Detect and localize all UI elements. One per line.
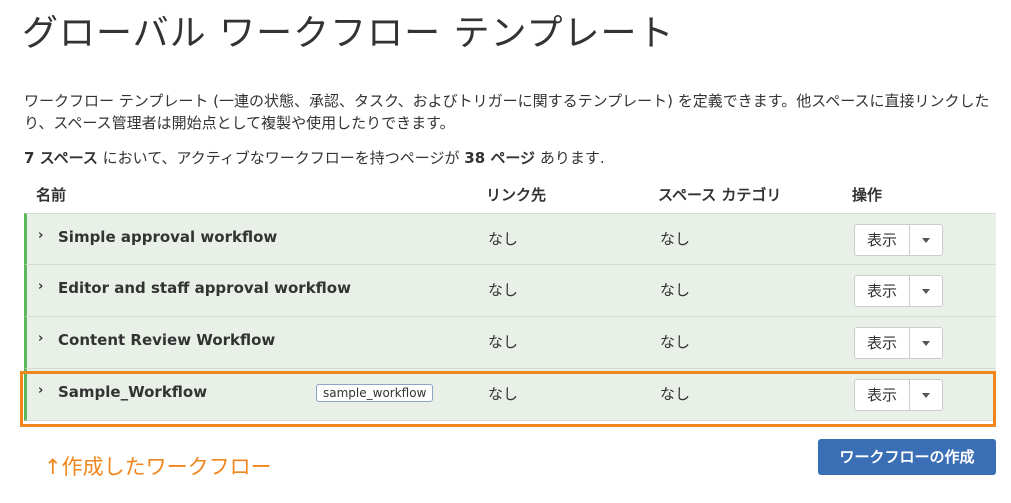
caret-down-icon[interactable]	[910, 380, 942, 410]
caret-down-icon[interactable]	[910, 276, 942, 306]
workflow-space-category: なし	[660, 333, 691, 351]
chevron-right-icon[interactable]: ›	[38, 228, 43, 243]
chevron-right-icon[interactable]: ›	[38, 279, 43, 294]
caret-down-icon[interactable]	[910, 225, 942, 255]
view-button[interactable]: 表示	[855, 276, 911, 306]
table-row[interactable]: › Sample_Workflow sample_workflow なし なし …	[24, 369, 996, 421]
chevron-right-icon[interactable]: ›	[38, 383, 43, 398]
view-button-group: 表示	[854, 275, 944, 307]
workflow-link-target: なし	[488, 385, 519, 403]
spaces-count: 7 スペース	[24, 149, 98, 167]
view-button-group: 表示	[854, 224, 944, 256]
created-workflow-annotation: ↑作成したワークフロー	[44, 455, 272, 479]
page-title: グローバル ワークフロー テンプレート	[22, 13, 675, 54]
table-row[interactable]: › Content Review Workflow なし なし 表示	[24, 317, 996, 369]
workflow-summary: 7 スペース において、アクティブなワークフローを持つページが 38 ページ あ…	[24, 147, 605, 168]
view-button-group: 表示	[854, 327, 944, 359]
workflow-space-category: なし	[660, 230, 691, 248]
view-button-group: 表示	[854, 379, 944, 411]
column-header-link: リンク先	[486, 186, 547, 204]
workflow-name[interactable]: Editor and staff approval workflow	[58, 279, 351, 297]
view-button[interactable]: 表示	[855, 380, 911, 410]
create-workflow-button[interactable]: ワークフローの作成	[818, 439, 996, 475]
workflow-link-target: なし	[488, 281, 519, 299]
table-header: 名前 リンク先 スペース カテゴリ 操作	[24, 180, 996, 212]
summary-text-end: あります.	[535, 149, 605, 167]
workflow-table-body: › Simple approval workflow なし なし 表示 › Ed…	[24, 213, 996, 421]
workflow-key-tag: sample_workflow	[316, 384, 434, 402]
workflow-link-target: なし	[488, 333, 519, 351]
workflow-templates-page: グローバル ワークフロー テンプレート ワークフロー テンプレート (一連の状態…	[0, 0, 1011, 503]
workflow-space-category: なし	[660, 281, 691, 299]
workflow-name[interactable]: Simple approval workflow	[58, 228, 277, 246]
view-button[interactable]: 表示	[855, 328, 911, 358]
column-header-category: スペース カテゴリ	[658, 186, 782, 204]
workflow-name[interactable]: Sample_Workflow	[58, 383, 207, 401]
summary-text-middle: において、アクティブなワークフローを持つページが	[97, 149, 465, 167]
column-header-operations: 操作	[852, 186, 883, 204]
workflow-name[interactable]: Content Review Workflow	[58, 331, 275, 349]
workflow-link-target: なし	[488, 230, 519, 248]
view-button[interactable]: 表示	[855, 225, 911, 255]
chevron-right-icon[interactable]: ›	[38, 331, 43, 346]
table-row[interactable]: › Simple approval workflow なし なし 表示	[24, 213, 996, 265]
table-row[interactable]: › Editor and staff approval workflow なし …	[24, 265, 996, 317]
caret-down-icon[interactable]	[910, 328, 942, 358]
column-header-name: 名前	[36, 186, 67, 204]
pages-count: 38 ページ	[464, 149, 536, 167]
workflow-space-category: なし	[660, 385, 691, 403]
page-description: ワークフロー テンプレート (一連の状態、承認、タスク、およびトリガーに関するテ…	[24, 92, 990, 132]
